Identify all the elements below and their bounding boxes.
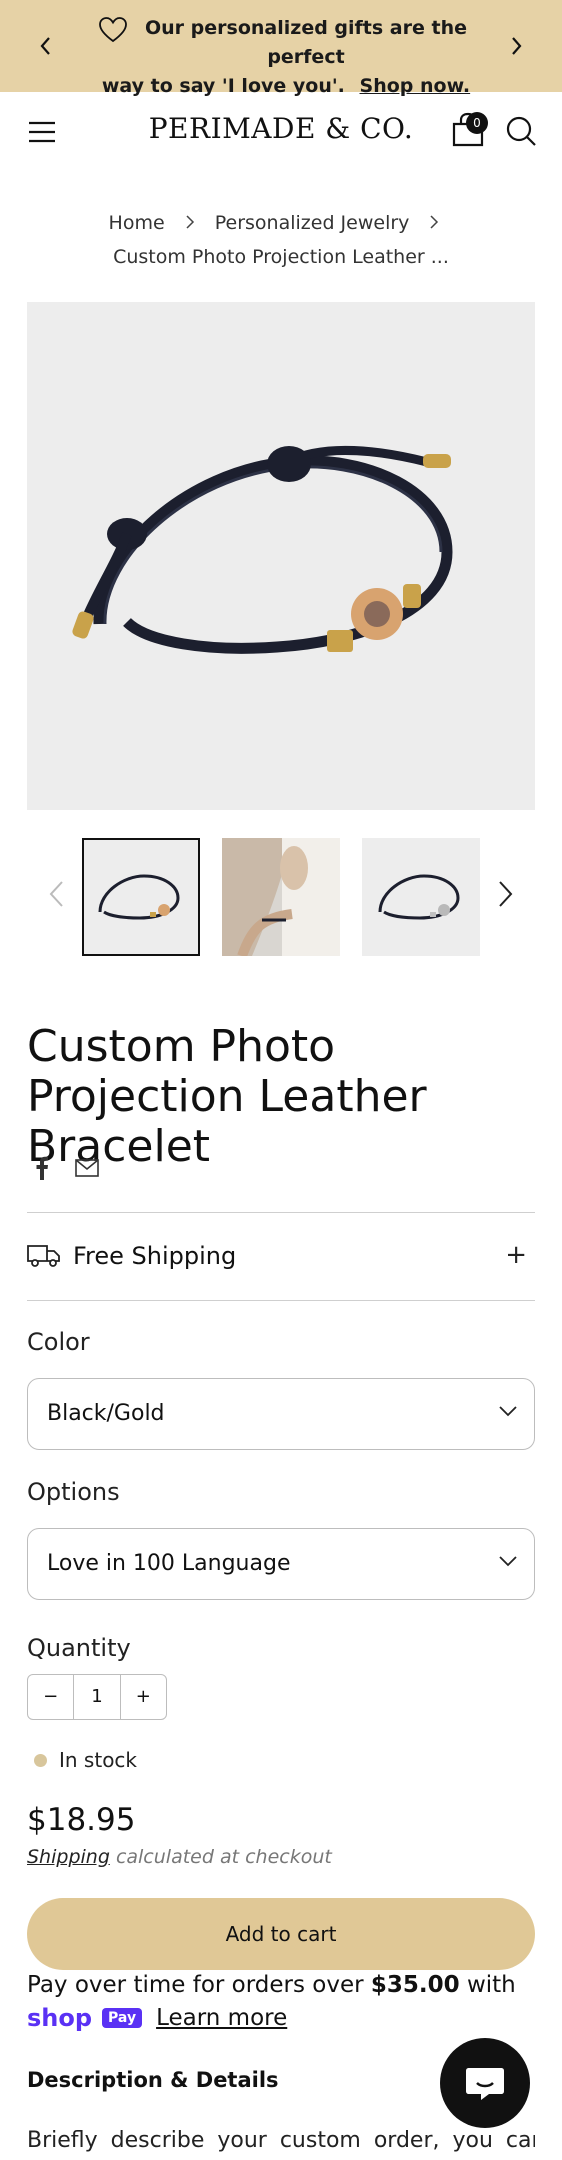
truck-icon bbox=[27, 1245, 60, 1267]
installments-text-before: Pay over time for orders over bbox=[27, 1972, 371, 1998]
shipping-note-text: calculated at checkout bbox=[115, 1846, 332, 1868]
breadcrumb-category[interactable]: Personalized Jewelry bbox=[215, 212, 410, 234]
product-main-image[interactable] bbox=[27, 302, 535, 810]
options-label: Options bbox=[27, 1478, 120, 1506]
chat-button[interactable] bbox=[440, 2038, 530, 2128]
thumbnail-2[interactable] bbox=[222, 838, 340, 956]
cart-count-badge: 0 bbox=[466, 112, 488, 134]
shop-pay-row: shop Pay Learn more bbox=[27, 2002, 287, 2034]
quantity-decrease-button[interactable]: − bbox=[28, 1675, 73, 1719]
menu-icon[interactable] bbox=[26, 116, 58, 148]
chevron-left-icon[interactable] bbox=[42, 878, 74, 910]
installments-amount: $35.00 bbox=[370, 1972, 460, 1998]
quantity-input[interactable]: 1 bbox=[73, 1675, 121, 1719]
thumbnail-3[interactable] bbox=[362, 838, 480, 956]
chevron-right-icon bbox=[185, 206, 195, 240]
chevron-down-icon bbox=[499, 1556, 517, 1567]
search-icon[interactable] bbox=[504, 114, 538, 148]
free-shipping-label: Free Shipping bbox=[73, 1242, 237, 1270]
announcement-bar: Our personalized gifts are the perfect w… bbox=[0, 0, 562, 97]
facebook-icon[interactable] bbox=[35, 1156, 49, 1180]
quantity-stepper: − 1 + bbox=[27, 1674, 167, 1720]
expand-icon[interactable]: + bbox=[505, 1240, 527, 1270]
chevron-right-icon[interactable] bbox=[488, 878, 520, 910]
color-label: Color bbox=[27, 1328, 90, 1356]
announcement-message: Our personalized gifts are the perfect w… bbox=[96, 14, 476, 101]
description-body: Briefly describe your custom order, you … bbox=[27, 2128, 535, 2153]
thumbnail-1[interactable] bbox=[82, 838, 200, 956]
shipping-note: Shipping calculated at checkout bbox=[27, 1846, 332, 1868]
color-select-value: Black/Gold bbox=[47, 1401, 165, 1426]
chevron-right-icon bbox=[429, 206, 439, 240]
options-select[interactable]: Love in 100 Language bbox=[27, 1528, 535, 1600]
stock-status: In stock bbox=[34, 1746, 137, 1774]
free-shipping-accordion[interactable]: Free Shipping + bbox=[27, 1214, 535, 1300]
divider bbox=[27, 1212, 535, 1213]
description-title[interactable]: Description & Details bbox=[27, 2068, 279, 2092]
quantity-label: Quantity bbox=[27, 1634, 131, 1662]
chat-icon bbox=[466, 2068, 504, 2100]
email-icon[interactable] bbox=[75, 1159, 99, 1177]
learn-more-link[interactable]: Learn more bbox=[156, 2005, 287, 2031]
product-price: $18.95 bbox=[27, 1802, 136, 1838]
divider bbox=[27, 1300, 535, 1301]
announcement-next-button[interactable] bbox=[500, 30, 532, 62]
shipping-policy-link[interactable]: Shipping bbox=[27, 1846, 110, 1868]
installments-message: Pay over time for orders over $35.00 wit… bbox=[27, 1968, 547, 2002]
breadcrumb-row-1: Home Personalized Jewelry bbox=[0, 206, 562, 240]
breadcrumb: Home Personalized Jewelry Custom Photo P… bbox=[0, 206, 562, 274]
color-select[interactable]: Black/Gold bbox=[27, 1378, 535, 1450]
shop-pay-logo: shop bbox=[27, 2004, 93, 2032]
site-logo[interactable]: PERIMADE & CO. bbox=[120, 112, 442, 145]
product-title: Custom Photo Projection Leather Bracelet bbox=[27, 1021, 427, 1172]
stock-indicator-dot bbox=[34, 1753, 47, 1767]
bracelet-illustration bbox=[72, 446, 453, 654]
quantity-increase-button[interactable]: + bbox=[121, 1675, 166, 1719]
breadcrumb-home[interactable]: Home bbox=[109, 212, 165, 234]
add-to-cart-button[interactable]: Add to cart bbox=[27, 1898, 535, 1970]
site-header: PERIMADE & CO. 0 bbox=[0, 92, 562, 172]
stock-status-text: In stock bbox=[59, 1748, 138, 1772]
options-select-value: Love in 100 Language bbox=[47, 1551, 291, 1576]
shop-pay-badge: Pay bbox=[102, 2008, 143, 2028]
share-buttons bbox=[27, 1152, 99, 1184]
breadcrumb-current: Custom Photo Projection Leather ... bbox=[113, 246, 449, 268]
chevron-down-icon bbox=[499, 1406, 517, 1417]
announcement-line-1: Our personalized gifts are the perfect bbox=[145, 17, 467, 68]
chevron-left-icon bbox=[40, 37, 50, 55]
thumbnail-gallery bbox=[0, 838, 562, 958]
chevron-right-icon bbox=[512, 37, 522, 55]
announcement-prev-button[interactable] bbox=[30, 30, 62, 62]
installments-text-after: with bbox=[459, 1972, 516, 1998]
